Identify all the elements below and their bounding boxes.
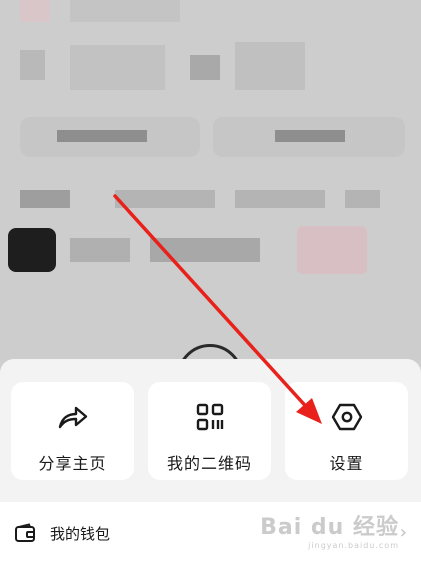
share-arrow-icon [56, 400, 90, 434]
settings-button[interactable]: 设置 [285, 382, 408, 480]
settings-hexagon-icon [330, 400, 364, 434]
chevron-right-icon: › [399, 522, 407, 543]
share-homepage-label: 分享主页 [38, 454, 107, 473]
my-qr-code-label: 我的二维码 [166, 454, 252, 473]
qr-code-icon [193, 400, 227, 434]
share-homepage-button[interactable]: 分享主页 [11, 382, 134, 480]
baidu-jingyan-watermark: Bai du 经验 jingyan.baidu.com [260, 509, 399, 550]
action-cards: 分享主页 我的二维码 设置 [11, 382, 410, 482]
wallet-icon [14, 522, 36, 544]
watermark-subtext: jingyan.baidu.com [308, 541, 399, 550]
blurred-profile-background [0, 0, 421, 360]
profile-action-sheet: 分享主页 我的二维码 设置 我的钱包 › Bai du 经验 jingyan.b… [0, 359, 421, 564]
my-wallet-label: 我的钱包 [50, 524, 111, 543]
watermark-text: Bai du 经验 [260, 515, 399, 540]
my-qr-code-button[interactable]: 我的二维码 [148, 382, 271, 480]
settings-label: 设置 [329, 454, 364, 473]
